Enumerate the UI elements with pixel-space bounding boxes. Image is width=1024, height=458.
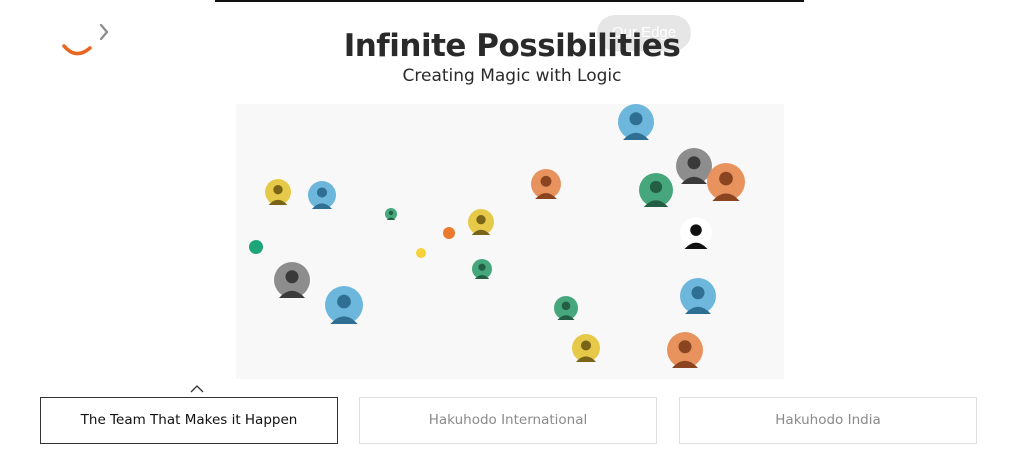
- person-head: [561, 301, 571, 311]
- person-head: [478, 263, 486, 271]
- team-member-avatar[interactable]: [385, 208, 397, 220]
- team-member-avatar[interactable]: [680, 217, 712, 249]
- person-head: [690, 224, 702, 236]
- person-head: [316, 187, 328, 198]
- person-head: [273, 184, 283, 195]
- team-member-avatar[interactable]: [468, 209, 494, 235]
- team-bubbles: [249, 104, 745, 368]
- team-member-avatar[interactable]: [680, 278, 716, 314]
- team-member-avatar[interactable]: [325, 286, 363, 324]
- tab-team[interactable]: The Team That Makes it Happen: [40, 397, 338, 444]
- team-member-avatar[interactable]: [274, 262, 310, 298]
- person-head: [337, 294, 351, 309]
- tab-hakuhodo-international[interactable]: Hakuhodo International: [359, 397, 657, 444]
- team-member-avatar[interactable]: [707, 163, 745, 201]
- team-bubble-canvas: [236, 104, 784, 379]
- person-head: [388, 210, 394, 216]
- decorative-dot-green: [249, 240, 263, 254]
- team-member-avatar[interactable]: [308, 181, 336, 209]
- team-member-avatar[interactable]: [639, 173, 673, 207]
- person-head: [580, 340, 592, 351]
- person-head: [629, 112, 643, 126]
- decorative-dot-orange: [443, 227, 455, 239]
- person-head: [649, 180, 663, 194]
- team-member-avatar[interactable]: [265, 179, 291, 205]
- team-member-avatar[interactable]: [667, 332, 703, 368]
- team-member-avatar[interactable]: [618, 104, 654, 140]
- team-member-avatar[interactable]: [676, 148, 712, 184]
- person-head: [285, 270, 299, 284]
- person-head: [540, 175, 552, 187]
- tab-hakuhodo-india[interactable]: Hakuhodo India: [679, 397, 977, 444]
- team-member-avatar[interactable]: [572, 334, 600, 362]
- person-head: [719, 171, 733, 186]
- page-subtitle: Creating Magic with Logic: [402, 66, 622, 86]
- person-head: [678, 340, 692, 354]
- team-member-avatar[interactable]: [554, 296, 578, 320]
- top-rule: [215, 0, 804, 2]
- chevron-up-icon: [190, 385, 204, 393]
- team-member-avatar[interactable]: [472, 259, 492, 279]
- page-title: Infinite Possibilities: [343, 28, 681, 64]
- decorative-dot-yellow: [416, 248, 426, 258]
- team-member-avatar[interactable]: [531, 169, 561, 199]
- person-head: [687, 156, 701, 170]
- person-head: [691, 286, 705, 300]
- person-head: [476, 214, 486, 225]
